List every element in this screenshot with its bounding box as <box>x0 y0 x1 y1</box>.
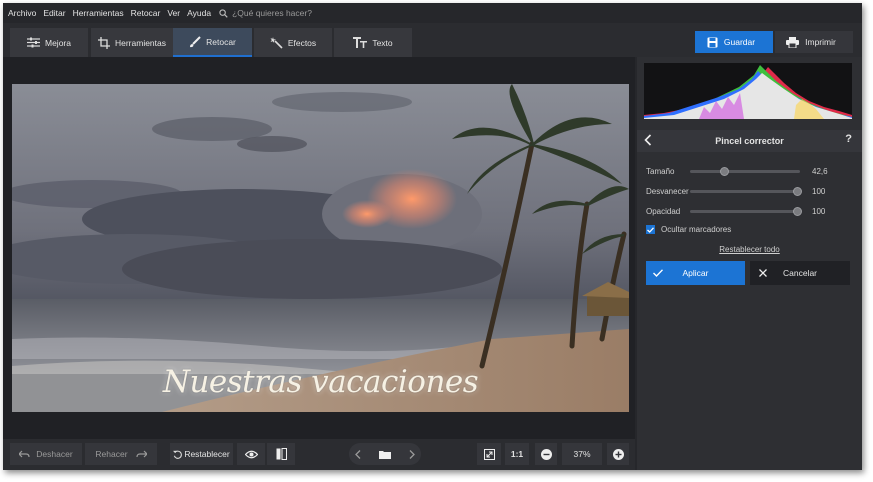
search-box[interactable]: ¿Qué quieres hacer? <box>219 8 312 18</box>
slider-value: 42,6 <box>812 166 828 176</box>
chevron-right-icon[interactable] <box>409 449 415 459</box>
zoom-in-button[interactable] <box>607 443 629 465</box>
close-icon <box>759 269 767 277</box>
zoom-out-button[interactable] <box>535 443 557 465</box>
checkmark-icon <box>653 269 663 277</box>
checkbox-box[interactable] <box>646 225 655 234</box>
beach-photo[interactable]: Nuestras vacaciones <box>12 84 629 412</box>
back-arrow-icon[interactable] <box>644 134 652 146</box>
tab-retocar[interactable]: Retocar <box>173 28 252 57</box>
preview-button[interactable] <box>237 443 265 465</box>
menu-herramientas[interactable]: Herramientas <box>73 8 124 18</box>
tab-label: Texto <box>372 37 393 48</box>
slider-label: Tamaño <box>646 166 675 176</box>
slider-track[interactable] <box>690 186 802 196</box>
compare-icon <box>276 448 287 460</box>
tab-mejora[interactable]: Mejora <box>10 28 88 57</box>
compare-button[interactable] <box>267 443 295 465</box>
slider-knob[interactable] <box>793 186 802 196</box>
minus-circle-icon <box>540 448 552 460</box>
eye-icon <box>244 450 258 458</box>
undo-button[interactable]: Deshacer <box>10 443 82 465</box>
search-icon <box>219 8 228 18</box>
slider-value: 100 <box>812 186 826 196</box>
slider-track[interactable] <box>690 206 802 216</box>
save-button[interactable]: Guardar <box>695 31 773 53</box>
menu-bar: Archivo Editar Herramientas Retocar Ver … <box>3 3 862 23</box>
panel-title: Pincel corrector <box>715 136 784 146</box>
tab-label: Retocar <box>206 36 236 47</box>
cancel-label: Cancelar <box>782 268 818 278</box>
tab-label: Efectos <box>287 37 317 48</box>
menu-retocar[interactable]: Retocar <box>131 8 161 18</box>
redo-button[interactable]: Rehacer <box>85 443 157 465</box>
print-button[interactable]: Imprimir <box>775 31 853 53</box>
image-canvas[interactable]: Nuestras vacaciones <box>3 57 635 439</box>
zoom-level[interactable]: 37% <box>562 443 602 465</box>
apply-label: Aplicar <box>682 268 709 278</box>
cancel-button[interactable]: Cancelar <box>750 261 850 285</box>
reset-all-link[interactable]: Restablecer todo <box>637 245 862 254</box>
slider-value: 100 <box>812 206 826 216</box>
panel-header: Pincel corrector ? <box>637 130 862 152</box>
navigation-group <box>349 443 421 465</box>
menu-editar[interactable]: Editar <box>43 8 65 18</box>
fit-screen-button[interactable] <box>477 443 501 465</box>
right-panel: Pincel corrector ? Tamaño 42,6 Desvanece… <box>637 57 862 470</box>
redo-arrow-icon <box>135 450 147 458</box>
photo-caption[interactable]: Nuestras vacaciones <box>12 364 629 400</box>
crop-icon <box>97 36 110 49</box>
sliders-icon <box>27 37 40 48</box>
slider-knob[interactable] <box>720 166 729 176</box>
slider-knob[interactable] <box>793 206 802 216</box>
slider-label: Desvanecer <box>646 186 689 196</box>
printer-icon <box>786 36 800 48</box>
text-icon <box>353 37 368 48</box>
undo-label: Deshacer <box>36 449 73 459</box>
tab-efectos[interactable]: Efectos <box>254 28 332 57</box>
redo-label: Rehacer <box>95 449 128 459</box>
reset-icon <box>173 450 183 459</box>
app-window: Archivo Editar Herramientas Retocar Ver … <box>3 3 862 470</box>
slider-opacity[interactable]: Opacidad 100 <box>646 204 856 218</box>
histogram <box>644 63 852 119</box>
help-button[interactable]: ? <box>845 133 852 145</box>
slider-label: Opacidad <box>646 206 681 216</box>
menu-ver[interactable]: Ver <box>167 8 180 18</box>
folder-icon[interactable] <box>379 450 391 459</box>
tab-texto[interactable]: Texto <box>334 28 412 57</box>
checkbox-label: Ocultar marcadores <box>661 225 732 234</box>
tab-herramientas[interactable]: Herramientas <box>91 28 173 57</box>
undo-arrow-icon <box>19 450 30 458</box>
hide-markers-checkbox[interactable]: Ocultar marcadores <box>646 225 731 234</box>
menu-ayuda[interactable]: Ayuda <box>187 8 211 18</box>
menu-archivo[interactable]: Archivo <box>8 8 36 18</box>
checkmark-icon <box>647 226 654 233</box>
save-label: Guardar <box>723 37 756 47</box>
print-label: Imprimir <box>805 37 836 47</box>
plus-circle-icon <box>612 448 624 460</box>
chevron-left-icon[interactable] <box>355 449 361 459</box>
tab-label: Mejora <box>45 37 71 48</box>
slider-size[interactable]: Tamaño 42,6 <box>646 164 856 178</box>
brush-icon <box>190 35 201 47</box>
slider-fade[interactable]: Desvanecer 100 <box>646 184 856 198</box>
floppy-disk-icon <box>707 37 718 47</box>
beach-photo-image <box>12 84 629 412</box>
slider-track[interactable] <box>690 166 800 176</box>
fit-screen-icon <box>483 448 495 460</box>
reset-button[interactable]: Restablecer <box>170 443 233 465</box>
bottom-toolbar: Deshacer Rehacer Restablecer 1:1 37% <box>3 439 635 470</box>
magic-wand-icon <box>270 36 283 49</box>
tab-label: Herramientas <box>114 37 167 48</box>
apply-button[interactable]: Aplicar <box>646 261 745 285</box>
actual-size-button[interactable]: 1:1 <box>505 443 529 465</box>
search-placeholder: ¿Qué quieres hacer? <box>232 8 312 18</box>
reset-label: Restablecer <box>184 449 230 459</box>
